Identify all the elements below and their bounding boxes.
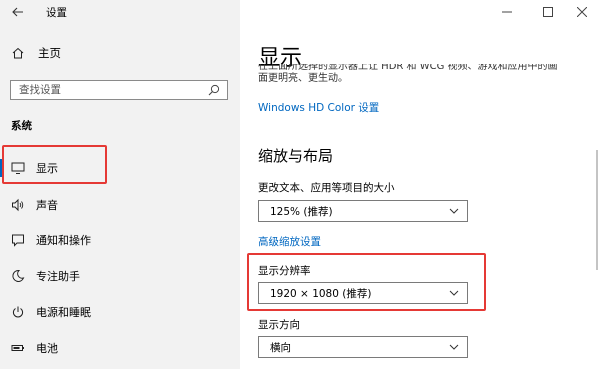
sidebar-item-label: 专注助手 [36,270,80,283]
maximize-button[interactable] [534,2,562,22]
sidebar-item-label: 声音 [36,199,58,212]
battery-icon [11,345,24,351]
notification-icon [12,234,24,247]
dropdown-value: 横向 [270,341,291,354]
sidebar-item-sound[interactable]: 声音 [0,191,240,219]
active-indicator [0,159,4,177]
minimize-button[interactable] [493,2,521,22]
text-size-label: 更改文本、应用等项目的大小 [258,182,395,194]
back-button[interactable] [8,2,28,22]
text-size-dropdown[interactable]: 125% (推荐) [258,200,468,222]
advanced-scaling-link[interactable]: 高级缩放设置 [258,234,321,249]
search-icon[interactable] [207,83,221,97]
hdr-description-line1: 在上面所选择的显示器上让 HDR 和 WCG 视频、游戏和应用中的画 [258,64,558,72]
orientation-dropdown[interactable]: 横向 [258,336,468,358]
close-button[interactable] [568,2,596,22]
sidebar-item-focus-assist[interactable]: 专注助手 [0,262,240,290]
chevron-down-icon [449,208,459,214]
moon-icon [12,269,25,282]
minimize-icon [502,11,512,13]
main-panel: 显示 在上面所选择的显示器上让 HDR 和 WCG 视频、游戏和应用中的画 面更… [240,0,600,369]
monitor-icon [11,162,25,174]
sidebar-item-display[interactable]: 显示 [0,154,240,182]
dropdown-value: 125% (推荐) [270,205,333,218]
sidebar-item-label: 主页 [38,46,61,60]
search-input[interactable] [11,84,199,96]
orientation-label: 显示方向 [258,319,300,331]
hdr-description: 在上面所选择的显示器上让 HDR 和 WCG 视频、游戏和应用中的画 面更明亮、… [258,64,588,85]
scrollbar[interactable] [596,150,598,270]
scale-layout-heading: 缩放与布局 [258,147,334,165]
chevron-down-icon [449,290,459,296]
home-icon [12,47,24,59]
back-arrow-icon [12,7,23,17]
dropdown-value: 1920 × 1080 (推荐) [270,287,372,300]
sidebar-item-label: 通知和操作 [36,234,91,247]
speaker-icon [12,198,24,212]
power-icon [12,306,24,318]
sidebar-item-notifications[interactable]: 通知和操作 [0,226,240,254]
section-title: 系统 [11,120,32,132]
sidebar: 设置 主页 系统 显示 声音 通知和操作 [0,0,240,369]
hdr-description-line2: 面更明亮、更生动。 [258,73,348,84]
chevron-down-icon [449,344,459,350]
app-title: 设置 [46,7,67,19]
search-box[interactable] [10,80,228,100]
resolution-dropdown[interactable]: 1920 × 1080 (推荐) [258,282,468,304]
sidebar-item-label: 电池 [36,342,58,355]
sidebar-item-label: 显示 [36,162,58,175]
resolution-label: 显示分辨率 [258,265,311,277]
sidebar-item-label: 电源和睡眠 [36,306,91,319]
sidebar-item-power-sleep[interactable]: 电源和睡眠 [0,298,240,326]
sidebar-item-battery[interactable]: 电池 [0,334,240,362]
hd-color-settings-link[interactable]: Windows HD Color 设置 [258,100,379,115]
sidebar-item-home[interactable]: 主页 [12,45,61,61]
close-icon [577,7,587,17]
maximize-icon [543,7,553,17]
